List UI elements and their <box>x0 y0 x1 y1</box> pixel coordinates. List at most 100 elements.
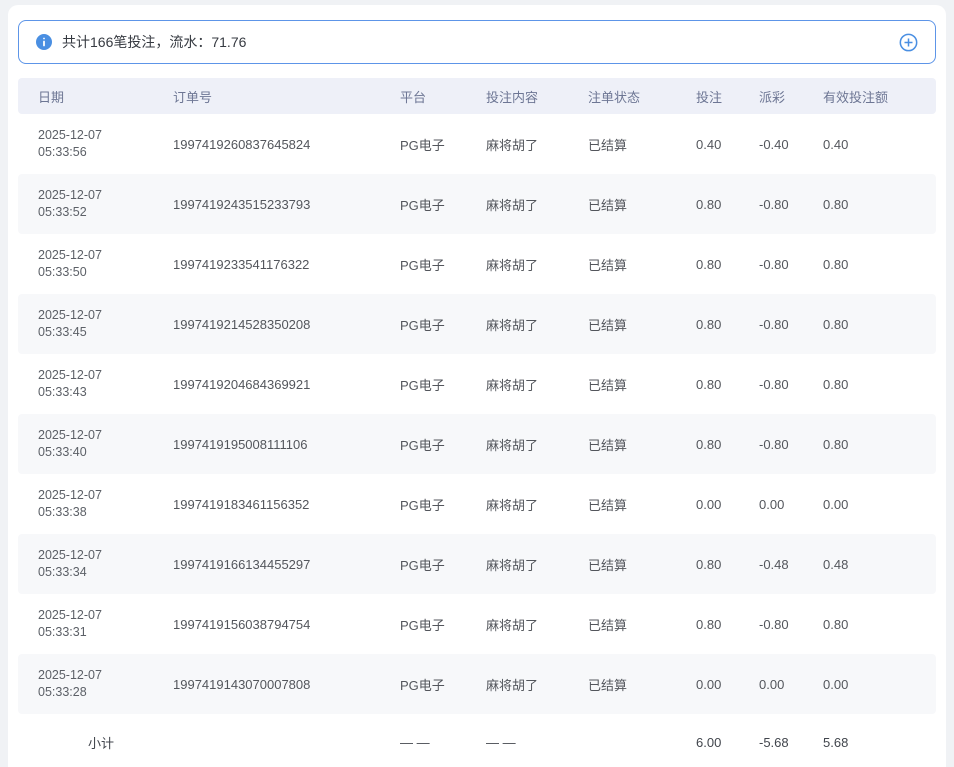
subtotal-status-empty <box>588 714 696 767</box>
date-value: 2025-12-07 <box>38 547 173 564</box>
date-value: 2025-12-07 <box>38 427 173 444</box>
subtotal-bet: 6.00 <box>696 714 759 767</box>
cell-payout: -0.80 <box>759 174 823 234</box>
col-header-payout: 派彩 <box>759 78 823 114</box>
date-value: 2025-12-07 <box>38 307 173 324</box>
cell-order: 1997419166134455297 <box>173 534 400 594</box>
time-value: 05:33:50 <box>38 264 173 281</box>
cell-date: 2025-12-07 05:33:45 <box>18 294 173 354</box>
cell-platform: PG电子 <box>400 654 486 714</box>
subtotal-platform: — — <box>400 714 486 767</box>
table-row[interactable]: 2025-12-07 05:33:34 1997419166134455297 … <box>18 534 936 594</box>
cell-date: 2025-12-07 05:33:40 <box>18 414 173 474</box>
cell-valid: 0.40 <box>823 114 936 174</box>
table-row[interactable]: 2025-12-07 05:33:45 1997419214528350208 … <box>18 294 936 354</box>
cell-bet: 0.80 <box>696 414 759 474</box>
date-value: 2025-12-07 <box>38 367 173 384</box>
cell-platform: PG电子 <box>400 114 486 174</box>
cell-order: 1997419214528350208 <box>173 294 400 354</box>
cell-bet: 0.80 <box>696 294 759 354</box>
cell-status: 已结算 <box>588 234 696 294</box>
cell-content: 麻将胡了 <box>486 474 588 534</box>
date-value: 2025-12-07 <box>38 187 173 204</box>
col-header-date: 日期 <box>18 78 173 114</box>
date-value: 2025-12-07 <box>38 607 173 624</box>
table-row[interactable]: 2025-12-07 05:33:38 1997419183461156352 … <box>18 474 936 534</box>
cell-order: 1997419183461156352 <box>173 474 400 534</box>
cell-content: 麻将胡了 <box>486 354 588 414</box>
time-value: 05:33:43 <box>38 384 173 401</box>
date-value: 2025-12-07 <box>38 127 173 144</box>
cell-valid: 0.48 <box>823 534 936 594</box>
bets-table: 日期 订单号 平台 投注内容 注单状态 投注 派彩 有效投注额 2025-12-… <box>18 78 936 767</box>
cell-bet: 0.80 <box>696 174 759 234</box>
info-icon <box>36 34 52 50</box>
subtotal-valid: 5.68 <box>823 714 936 767</box>
time-value: 05:33:34 <box>38 564 173 581</box>
cell-content: 麻将胡了 <box>486 234 588 294</box>
summary-text: 共计166笔投注，流水：71.76 <box>62 32 899 52</box>
cell-platform: PG电子 <box>400 534 486 594</box>
content-card: 共计166笔投注，流水：71.76 日期 订单号 平台 投注内容 注单状态 投注… <box>8 5 946 767</box>
table-header: 日期 订单号 平台 投注内容 注单状态 投注 派彩 有效投注额 <box>18 78 936 114</box>
cell-valid: 0.80 <box>823 294 936 354</box>
cell-platform: PG电子 <box>400 414 486 474</box>
time-value: 05:33:56 <box>38 144 173 161</box>
cell-date: 2025-12-07 05:33:56 <box>18 114 173 174</box>
cell-content: 麻将胡了 <box>486 174 588 234</box>
cell-platform: PG电子 <box>400 594 486 654</box>
table-row[interactable]: 2025-12-07 05:33:50 1997419233541176322 … <box>18 234 936 294</box>
cell-status: 已结算 <box>588 414 696 474</box>
date-value: 2025-12-07 <box>38 667 173 684</box>
cell-valid: 0.80 <box>823 354 936 414</box>
time-value: 05:33:40 <box>38 444 173 461</box>
cell-order: 1997419143070007808 <box>173 654 400 714</box>
col-header-content: 投注内容 <box>486 78 588 114</box>
subtotal-order-empty <box>173 714 400 767</box>
cell-bet: 0.40 <box>696 114 759 174</box>
cell-payout: -0.80 <box>759 294 823 354</box>
col-header-valid: 有效投注额 <box>823 78 936 114</box>
date-value: 2025-12-07 <box>38 247 173 264</box>
cell-platform: PG电子 <box>400 474 486 534</box>
col-header-order: 订单号 <box>173 78 400 114</box>
cell-valid: 0.80 <box>823 174 936 234</box>
table-row[interactable]: 2025-12-07 05:33:40 1997419195008111106 … <box>18 414 936 474</box>
cell-status: 已结算 <box>588 534 696 594</box>
cell-valid: 0.00 <box>823 474 936 534</box>
cell-payout: -0.80 <box>759 594 823 654</box>
cell-content: 麻将胡了 <box>486 534 588 594</box>
cell-status: 已结算 <box>588 174 696 234</box>
table-row[interactable]: 2025-12-07 05:33:52 1997419243515233793 … <box>18 174 936 234</box>
table-row[interactable]: 2025-12-07 05:33:43 1997419204684369921 … <box>18 354 936 414</box>
table-row[interactable]: 2025-12-07 05:33:31 1997419156038794754 … <box>18 594 936 654</box>
cell-content: 麻将胡了 <box>486 114 588 174</box>
cell-valid: 0.80 <box>823 594 936 654</box>
cell-payout: -0.80 <box>759 414 823 474</box>
cell-bet: 0.80 <box>696 354 759 414</box>
cell-bet: 0.00 <box>696 654 759 714</box>
cell-valid: 0.80 <box>823 414 936 474</box>
cell-payout: -0.48 <box>759 534 823 594</box>
cell-content: 麻将胡了 <box>486 294 588 354</box>
cell-content: 麻将胡了 <box>486 654 588 714</box>
table-row[interactable]: 2025-12-07 05:33:28 1997419143070007808 … <box>18 654 936 714</box>
table-row[interactable]: 2025-12-07 05:33:56 1997419260837645824 … <box>18 114 936 174</box>
time-value: 05:33:31 <box>38 624 173 641</box>
cell-platform: PG电子 <box>400 354 486 414</box>
summary-alert: 共计166笔投注，流水：71.76 <box>18 20 936 64</box>
subtotal-label: 小计 <box>18 714 173 767</box>
cell-status: 已结算 <box>588 354 696 414</box>
cell-order: 1997419156038794754 <box>173 594 400 654</box>
table-body: 2025-12-07 05:33:56 1997419260837645824 … <box>18 114 936 714</box>
cell-date: 2025-12-07 05:33:38 <box>18 474 173 534</box>
plus-circle-icon[interactable] <box>899 33 918 52</box>
cell-bet: 0.80 <box>696 594 759 654</box>
cell-payout: -0.80 <box>759 354 823 414</box>
cell-status: 已结算 <box>588 474 696 534</box>
date-value: 2025-12-07 <box>38 487 173 504</box>
cell-bet: 0.00 <box>696 474 759 534</box>
cell-order: 1997419233541176322 <box>173 234 400 294</box>
cell-content: 麻将胡了 <box>486 594 588 654</box>
cell-order: 1997419260837645824 <box>173 114 400 174</box>
